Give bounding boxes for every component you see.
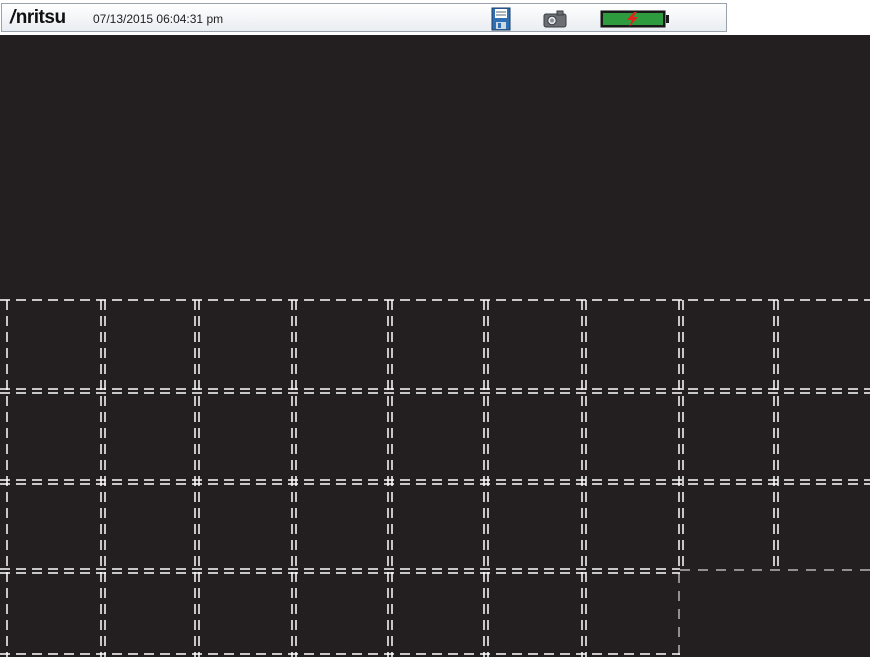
save-icon[interactable] [491, 7, 511, 36]
dashed-grid [0, 299, 870, 657]
date-time-readout: 07/13/2015 06:04:31 pm [93, 12, 224, 26]
anritsu-logo: /nritsu [10, 7, 66, 28]
camera-icon[interactable] [543, 10, 567, 33]
battery-charging-icon [600, 10, 670, 33]
display-area [0, 35, 870, 657]
title-box: /nritsu 07/13/2015 06:04:31 pm [1, 3, 727, 32]
status-bar: /nritsu 07/13/2015 06:04:31 pm [0, 0, 870, 35]
